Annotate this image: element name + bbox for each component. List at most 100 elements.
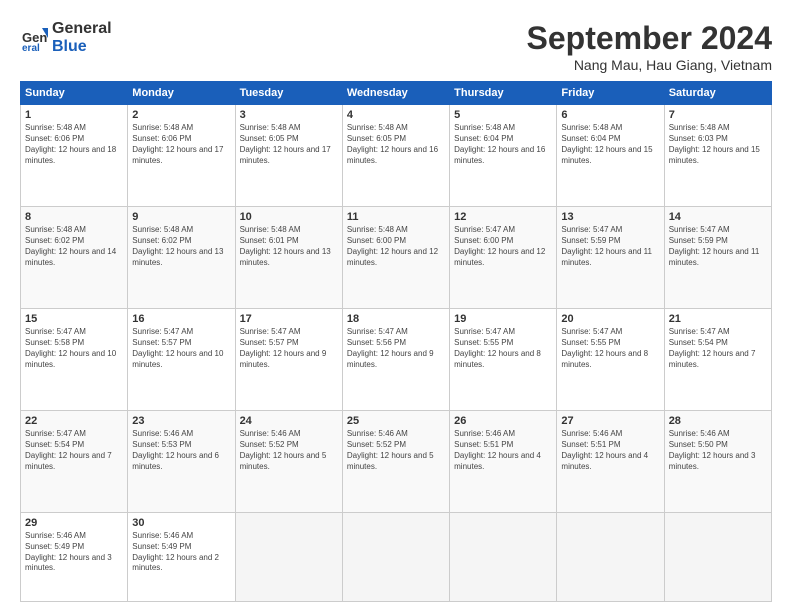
day-number: 22 [25, 414, 123, 428]
day-info: Sunrise: 5:46 AMSunset: 5:49 PMDaylight:… [25, 531, 123, 574]
table-row: 23Sunrise: 5:46 AMSunset: 5:53 PMDayligh… [128, 410, 235, 512]
day-number: 10 [240, 210, 338, 224]
table-row: 22Sunrise: 5:47 AMSunset: 5:54 PMDayligh… [21, 410, 128, 512]
table-row: 10Sunrise: 5:48 AMSunset: 6:01 PMDayligh… [235, 206, 342, 308]
logo-general: General [52, 20, 112, 38]
day-number: 17 [240, 312, 338, 326]
day-number: 20 [561, 312, 659, 326]
table-row: 15Sunrise: 5:47 AMSunset: 5:58 PMDayligh… [21, 308, 128, 410]
day-number: 6 [561, 108, 659, 122]
day-number: 14 [669, 210, 767, 224]
day-number: 30 [132, 516, 230, 530]
day-number: 28 [669, 414, 767, 428]
day-number: 26 [454, 414, 552, 428]
table-row: 9Sunrise: 5:48 AMSunset: 6:02 PMDaylight… [128, 206, 235, 308]
day-info: Sunrise: 5:47 AMSunset: 5:57 PMDaylight:… [240, 327, 338, 370]
table-row: 7Sunrise: 5:48 AMSunset: 6:03 PMDaylight… [664, 105, 771, 207]
table-row: 18Sunrise: 5:47 AMSunset: 5:56 PMDayligh… [342, 308, 449, 410]
table-row: 1Sunrise: 5:48 AMSunset: 6:06 PMDaylight… [21, 105, 128, 207]
table-row [557, 512, 664, 601]
table-row: 21Sunrise: 5:47 AMSunset: 5:54 PMDayligh… [664, 308, 771, 410]
day-info: Sunrise: 5:46 AMSunset: 5:49 PMDaylight:… [132, 531, 230, 574]
calendar-week-4: 22Sunrise: 5:47 AMSunset: 5:54 PMDayligh… [21, 410, 772, 512]
table-row [235, 512, 342, 601]
day-number: 19 [454, 312, 552, 326]
logo-text: General Blue [52, 20, 112, 55]
day-info: Sunrise: 5:47 AMSunset: 5:59 PMDaylight:… [561, 225, 659, 268]
day-info: Sunrise: 5:47 AMSunset: 5:55 PMDaylight:… [561, 327, 659, 370]
day-number: 4 [347, 108, 445, 122]
header: Gen eral General Blue September 2024 Nan… [20, 20, 772, 73]
day-number: 16 [132, 312, 230, 326]
day-number: 23 [132, 414, 230, 428]
day-info: Sunrise: 5:48 AMSunset: 6:06 PMDaylight:… [25, 123, 123, 166]
table-row: 14Sunrise: 5:47 AMSunset: 5:59 PMDayligh… [664, 206, 771, 308]
calendar-week-5: 29Sunrise: 5:46 AMSunset: 5:49 PMDayligh… [21, 512, 772, 601]
day-info: Sunrise: 5:48 AMSunset: 6:00 PMDaylight:… [347, 225, 445, 268]
location: Nang Mau, Hau Giang, Vietnam [527, 57, 772, 73]
day-number: 18 [347, 312, 445, 326]
day-number: 8 [25, 210, 123, 224]
col-sunday: Sunday [21, 82, 128, 105]
day-info: Sunrise: 5:48 AMSunset: 6:02 PMDaylight:… [25, 225, 123, 268]
table-row: 2Sunrise: 5:48 AMSunset: 6:06 PMDaylight… [128, 105, 235, 207]
day-number: 21 [669, 312, 767, 326]
table-row: 17Sunrise: 5:47 AMSunset: 5:57 PMDayligh… [235, 308, 342, 410]
table-row: 24Sunrise: 5:46 AMSunset: 5:52 PMDayligh… [235, 410, 342, 512]
day-number: 27 [561, 414, 659, 428]
day-info: Sunrise: 5:46 AMSunset: 5:53 PMDaylight:… [132, 429, 230, 472]
table-row: 4Sunrise: 5:48 AMSunset: 6:05 PMDaylight… [342, 105, 449, 207]
table-row: 3Sunrise: 5:48 AMSunset: 6:05 PMDaylight… [235, 105, 342, 207]
table-row: 28Sunrise: 5:46 AMSunset: 5:50 PMDayligh… [664, 410, 771, 512]
day-info: Sunrise: 5:47 AMSunset: 5:59 PMDaylight:… [669, 225, 767, 268]
day-number: 15 [25, 312, 123, 326]
calendar-week-1: 1Sunrise: 5:48 AMSunset: 6:06 PMDaylight… [21, 105, 772, 207]
day-info: Sunrise: 5:48 AMSunset: 6:05 PMDaylight:… [240, 123, 338, 166]
day-info: Sunrise: 5:47 AMSunset: 5:54 PMDaylight:… [25, 429, 123, 472]
calendar: Sunday Monday Tuesday Wednesday Thursday… [20, 81, 772, 602]
table-row: 19Sunrise: 5:47 AMSunset: 5:55 PMDayligh… [450, 308, 557, 410]
table-row: 5Sunrise: 5:48 AMSunset: 6:04 PMDaylight… [450, 105, 557, 207]
table-row: 16Sunrise: 5:47 AMSunset: 5:57 PMDayligh… [128, 308, 235, 410]
table-row: 30Sunrise: 5:46 AMSunset: 5:49 PMDayligh… [128, 512, 235, 601]
logo: Gen eral General Blue [20, 20, 112, 55]
month-title: September 2024 [527, 20, 772, 57]
page: Gen eral General Blue September 2024 Nan… [0, 0, 792, 612]
day-number: 13 [561, 210, 659, 224]
table-row [342, 512, 449, 601]
col-saturday: Saturday [664, 82, 771, 105]
table-row: 27Sunrise: 5:46 AMSunset: 5:51 PMDayligh… [557, 410, 664, 512]
logo-blue: Blue [52, 38, 112, 56]
day-number: 3 [240, 108, 338, 122]
day-info: Sunrise: 5:48 AMSunset: 6:03 PMDaylight:… [669, 123, 767, 166]
table-row: 29Sunrise: 5:46 AMSunset: 5:49 PMDayligh… [21, 512, 128, 601]
calendar-week-2: 8Sunrise: 5:48 AMSunset: 6:02 PMDaylight… [21, 206, 772, 308]
svg-text:eral: eral [22, 43, 40, 52]
table-row: 6Sunrise: 5:48 AMSunset: 6:04 PMDaylight… [557, 105, 664, 207]
day-info: Sunrise: 5:47 AMSunset: 5:54 PMDaylight:… [669, 327, 767, 370]
day-info: Sunrise: 5:47 AMSunset: 5:57 PMDaylight:… [132, 327, 230, 370]
col-monday: Monday [128, 82, 235, 105]
day-number: 29 [25, 516, 123, 530]
table-row: 26Sunrise: 5:46 AMSunset: 5:51 PMDayligh… [450, 410, 557, 512]
day-info: Sunrise: 5:48 AMSunset: 6:02 PMDaylight:… [132, 225, 230, 268]
day-number: 5 [454, 108, 552, 122]
day-info: Sunrise: 5:47 AMSunset: 5:56 PMDaylight:… [347, 327, 445, 370]
day-info: Sunrise: 5:46 AMSunset: 5:52 PMDaylight:… [347, 429, 445, 472]
day-info: Sunrise: 5:48 AMSunset: 6:01 PMDaylight:… [240, 225, 338, 268]
day-info: Sunrise: 5:48 AMSunset: 6:04 PMDaylight:… [454, 123, 552, 166]
day-number: 1 [25, 108, 123, 122]
col-thursday: Thursday [450, 82, 557, 105]
day-number: 9 [132, 210, 230, 224]
header-row: Sunday Monday Tuesday Wednesday Thursday… [21, 82, 772, 105]
day-info: Sunrise: 5:48 AMSunset: 6:05 PMDaylight:… [347, 123, 445, 166]
day-info: Sunrise: 5:46 AMSunset: 5:51 PMDaylight:… [561, 429, 659, 472]
col-tuesday: Tuesday [235, 82, 342, 105]
day-info: Sunrise: 5:48 AMSunset: 6:04 PMDaylight:… [561, 123, 659, 166]
table-row: 8Sunrise: 5:48 AMSunset: 6:02 PMDaylight… [21, 206, 128, 308]
table-row: 12Sunrise: 5:47 AMSunset: 6:00 PMDayligh… [450, 206, 557, 308]
day-info: Sunrise: 5:48 AMSunset: 6:06 PMDaylight:… [132, 123, 230, 166]
day-number: 2 [132, 108, 230, 122]
day-info: Sunrise: 5:46 AMSunset: 5:52 PMDaylight:… [240, 429, 338, 472]
day-info: Sunrise: 5:47 AMSunset: 5:58 PMDaylight:… [25, 327, 123, 370]
